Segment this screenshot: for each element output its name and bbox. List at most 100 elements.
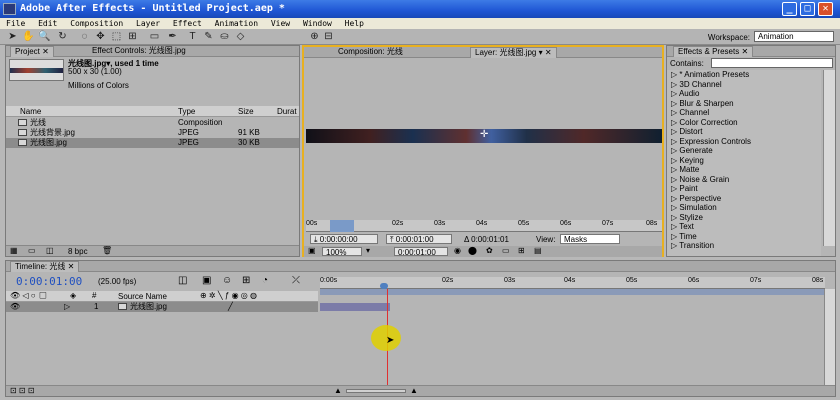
project-item[interactable]: 光线背景.jpg JPEG 91 KB [6, 128, 299, 138]
pen-tool-icon[interactable]: ✒ [166, 31, 179, 43]
eraser-tool-icon[interactable]: ◇ [234, 31, 247, 43]
interpret-footage-icon[interactable]: ▦ [10, 246, 18, 255]
column-duration[interactable]: Durat [277, 107, 297, 116]
effect-category[interactable]: ▷ Color Correction [671, 118, 738, 127]
effects-scrollbar[interactable] [823, 70, 835, 246]
trash-icon[interactable]: 🗑 [102, 246, 112, 255]
twirl-arrow-icon[interactable]: ▷ [64, 302, 70, 312]
menu-window[interactable]: Window [303, 19, 332, 28]
timeline-ruler[interactable]: 0:00s 02s 03s 04s 05s 06s 07s 08s [320, 277, 825, 289]
work-area-bar[interactable] [330, 220, 354, 232]
pan-behind-tool-icon[interactable]: ⊞ [126, 31, 139, 43]
track-xy-tool-icon[interactable]: ✥ [94, 31, 107, 43]
local-axis-icon[interactable]: ⊕ [308, 31, 321, 43]
source-name-header[interactable]: Source Name [118, 292, 167, 301]
view-select[interactable]: Masks [560, 234, 620, 244]
set-out-point[interactable]: ⤒ 0:00:01:00 [386, 234, 452, 244]
effect-category[interactable]: ▷ * Animation Presets [671, 70, 749, 79]
channel-icon[interactable]: ⬤ [468, 246, 477, 255]
menu-layer[interactable]: Layer [136, 19, 160, 28]
effect-category[interactable]: ▷ Noise & Grain [671, 175, 729, 184]
menu-animation[interactable]: Animation [215, 19, 258, 28]
selection-tool-icon[interactable]: ➤ [6, 31, 19, 43]
hand-tool-icon[interactable]: ✋ [22, 31, 35, 43]
track-z-tool-icon[interactable]: ⬚ [110, 31, 123, 43]
effect-category[interactable]: ▷ Text [671, 222, 694, 231]
magnification-select[interactable]: 100% [322, 247, 362, 257]
effect-category[interactable]: ▷ Blur & Sharpen [671, 99, 734, 108]
work-area-bar[interactable] [320, 289, 825, 295]
tab-effect-controls[interactable]: Effect Controls: 光线图.jpg [88, 46, 190, 57]
quality-switch-icon[interactable]: ╱ [228, 302, 233, 312]
menu-effect[interactable]: Effect [173, 19, 202, 28]
layer-row[interactable]: 👁 ▷ 1 光线图.jpg ╱ [6, 302, 318, 312]
dropdown-icon[interactable]: ▾ [366, 246, 370, 255]
bpc-indicator[interactable]: 8 bpc [68, 247, 88, 256]
grid-icon[interactable]: ⊞ [518, 246, 525, 255]
rectangle-mask-tool-icon[interactable]: ▭ [148, 31, 161, 43]
video-visibility-icon[interactable]: 👁 [10, 302, 20, 312]
menu-help[interactable]: Help [345, 19, 364, 28]
close-button[interactable]: ✕ [818, 2, 833, 16]
menu-composition[interactable]: Composition [70, 19, 123, 28]
effect-category[interactable]: ▷ 3D Channel [671, 80, 722, 89]
effect-category[interactable]: ▷ Simulation [671, 203, 717, 212]
zoom-in-icon[interactable]: ▲ [410, 386, 418, 395]
effect-category[interactable]: ▷ Distort [671, 127, 703, 136]
new-folder-icon[interactable]: ▭ [28, 246, 36, 255]
region-icon[interactable]: ▭ [502, 246, 510, 255]
tab-layer[interactable]: Layer: 光线图.jpg ▾ ✕ [470, 47, 557, 58]
zoom-tool-icon[interactable]: 🔍 [38, 31, 51, 43]
new-comp-icon[interactable]: ◫ [46, 246, 54, 255]
menu-view[interactable]: View [271, 19, 290, 28]
snapshot-icon[interactable]: ◉ [454, 246, 461, 255]
menu-file[interactable]: File [6, 19, 25, 28]
clone-stamp-tool-icon[interactable]: ⛀ [218, 31, 231, 43]
toggle-switches-icon[interactable]: ⊡ ⊡ ⊡ [10, 386, 35, 395]
tab-timeline[interactable]: Timeline: 光线 ✕ [10, 261, 80, 272]
effect-category[interactable]: ▷ Expression Controls [671, 137, 751, 146]
anchor-point-icon[interactable]: ✛ [480, 129, 488, 140]
effect-category[interactable]: ▷ Perspective [671, 194, 721, 203]
effect-category[interactable]: ▷ Paint [671, 184, 698, 193]
effect-category[interactable]: ▷ Audio [671, 89, 699, 98]
world-axis-icon[interactable]: ⊟ [322, 31, 335, 43]
set-in-point[interactable]: ⤓ 0:00:00:00 [310, 234, 378, 244]
always-preview-icon[interactable]: ▣ [308, 246, 316, 255]
zoom-out-icon[interactable]: ▲ [334, 386, 342, 395]
menu-edit[interactable]: Edit [38, 19, 57, 28]
layer-duration-bar[interactable] [320, 303, 390, 311]
brush-tool-icon[interactable]: ✎ [202, 31, 215, 43]
tab-project[interactable]: Project ✕ [10, 46, 54, 57]
shy-layers-icon[interactable]: ☺ [222, 275, 232, 286]
comp-mini-flowchart-icon[interactable]: ◫ [178, 275, 187, 286]
effect-category[interactable]: ▷ Matte [671, 165, 699, 174]
workspace-select[interactable]: Animation [754, 31, 834, 42]
tab-effects-presets[interactable]: Effects & Presets ✕ [673, 46, 754, 57]
motion-blur-icon[interactable]: ◔ [262, 275, 268, 286]
project-item-selected[interactable]: 光线图.jpg JPEG 30 KB [6, 138, 299, 148]
tab-composition[interactable]: Composition: 光线 [334, 47, 407, 58]
effect-category[interactable]: ▷ Generate [671, 146, 713, 155]
column-size[interactable]: Size [238, 107, 254, 116]
timeline-scrollbar[interactable] [824, 289, 835, 385]
text-tool-icon[interactable]: T [186, 31, 199, 43]
effect-category[interactable]: ▷ Keying [671, 156, 704, 165]
maximize-button[interactable]: □ [800, 2, 815, 16]
mask-visibility-icon[interactable]: ▤ [534, 246, 542, 255]
project-item[interactable]: 光线 Composition [6, 118, 299, 128]
color-channels-icon[interactable]: ✿ [486, 246, 493, 255]
frame-blending-icon[interactable]: ⊞ [242, 275, 250, 286]
graph-editor-icon[interactable]: ⤫ [292, 275, 300, 286]
effect-category[interactable]: ▷ Transition [671, 241, 714, 250]
current-time-field[interactable]: 0:00:01:00 [394, 247, 448, 257]
viewer-time-ruler[interactable]: 00s 02s 03s 04s 05s 06s 07s 08s [306, 220, 662, 232]
current-time-display[interactable]: 0:00:01:00 [16, 275, 82, 288]
zoom-slider[interactable] [346, 389, 406, 393]
effect-category[interactable]: ▷ Time [671, 232, 697, 241]
effect-category[interactable]: ▷ Channel [671, 108, 709, 117]
column-type[interactable]: Type [178, 107, 195, 116]
effects-search-input[interactable] [711, 58, 833, 68]
minimize-button[interactable]: _ [782, 2, 797, 16]
draft-3d-icon[interactable]: ▣ [202, 275, 211, 286]
